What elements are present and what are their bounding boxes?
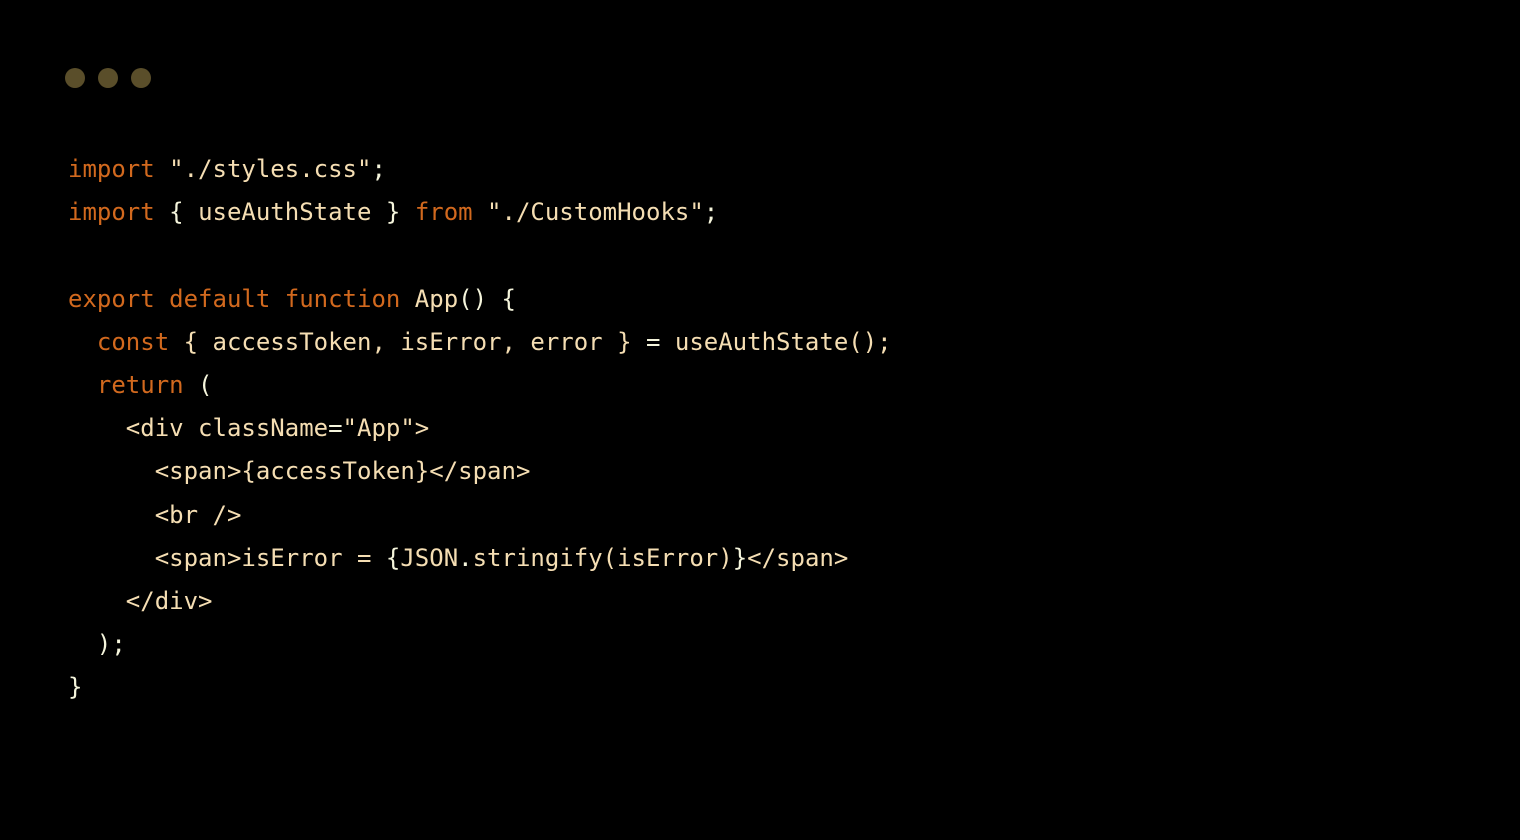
string-literal: "./styles.css" (169, 155, 371, 183)
method: stringify (473, 544, 603, 572)
code-line: const { accessToken, isError, error } = … (68, 321, 1520, 364)
code-line: } (68, 666, 1520, 709)
jsx-expr: {accessToken} (241, 457, 429, 485)
code-line: <div className="App"> (68, 407, 1520, 450)
keyword-import: import (68, 198, 155, 226)
traffic-lights (0, 0, 1520, 88)
minimize-icon[interactable] (98, 68, 118, 88)
brace: { (487, 285, 516, 313)
identifier: useAuthState (198, 198, 371, 226)
call-expr: useAuthState(); (660, 328, 891, 356)
jsx-tag: </span> (747, 544, 848, 572)
equals: = (328, 414, 342, 442)
jsx-tag: <span> (155, 457, 242, 485)
brace: { (155, 198, 198, 226)
keyword-return: return (97, 371, 184, 399)
string-literal: "./CustomHooks" (473, 198, 704, 226)
jsx-tag: </div> (126, 587, 213, 615)
keyword-default: default (155, 285, 271, 313)
keyword-from: from (415, 198, 473, 226)
code-line: import "./styles.css"; (68, 148, 1520, 191)
keyword-function: function (270, 285, 400, 313)
jsx-attr: className (184, 414, 329, 442)
semicolon: ; (371, 155, 385, 183)
destructure: { accessToken, isError, error } (169, 328, 646, 356)
paren: ); (97, 630, 126, 658)
code-line: return ( (68, 364, 1520, 407)
code-line: <br /> (68, 494, 1520, 537)
jsx-tag: <br /> (155, 501, 242, 529)
jsx-tag-close: > (415, 414, 429, 442)
semicolon: ; (704, 198, 718, 226)
jsx-tag: </span> (429, 457, 530, 485)
args: (isError) (603, 544, 733, 572)
dot: . (458, 544, 472, 572)
code-line: ); (68, 623, 1520, 666)
brace: } (371, 198, 414, 226)
brace: { (386, 544, 400, 572)
text: isError = (241, 544, 386, 572)
keyword-import: import (68, 155, 155, 183)
jsx-tag-open: <div (126, 414, 184, 442)
paren: ( (184, 371, 213, 399)
brace: } (68, 673, 82, 701)
code-line: export default function App() { (68, 278, 1520, 321)
code-line: </div> (68, 580, 1520, 623)
equals: = (646, 328, 660, 356)
blank-line (68, 234, 1520, 277)
close-icon[interactable] (65, 68, 85, 88)
code-window: import "./styles.css";import { useAuthSt… (0, 0, 1520, 709)
jsx-tag: <span> (155, 544, 242, 572)
code-line: import { useAuthState } from "./CustomHo… (68, 191, 1520, 234)
brace: } (733, 544, 747, 572)
function-name: App (400, 285, 458, 313)
identifier: JSON (400, 544, 458, 572)
maximize-icon[interactable] (131, 68, 151, 88)
code-editor[interactable]: import "./styles.css";import { useAuthSt… (0, 88, 1520, 709)
code-line: <span>{accessToken}</span> (68, 450, 1520, 493)
keyword-export: export (68, 285, 155, 313)
parens: () (458, 285, 487, 313)
keyword-const: const (97, 328, 169, 356)
code-line: <span>isError = {JSON.stringify(isError)… (68, 537, 1520, 580)
string-literal: "App" (343, 414, 415, 442)
